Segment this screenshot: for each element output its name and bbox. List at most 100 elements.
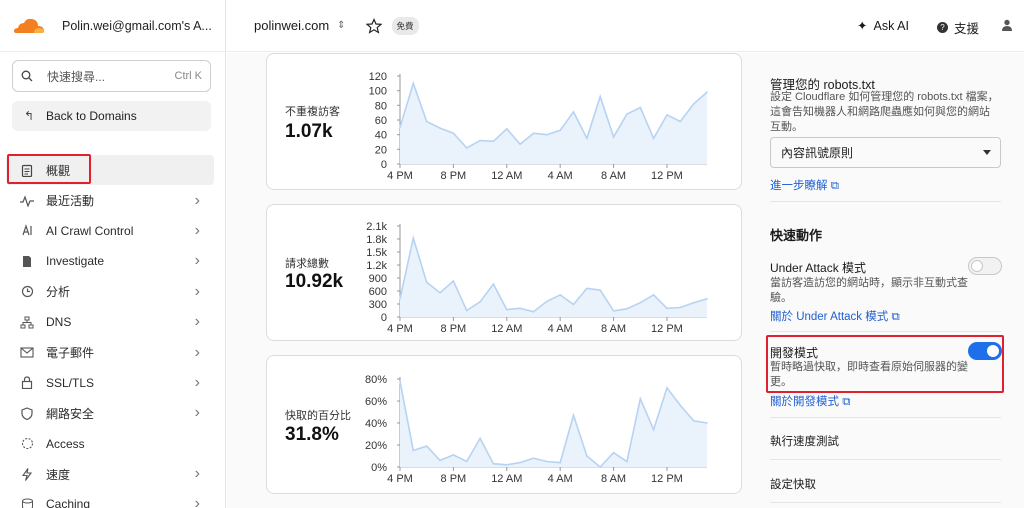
chevron-right-icon: › [194, 252, 200, 270]
x-tick-label: 4 PM [387, 170, 413, 182]
data-point [465, 147, 468, 149]
user-icon[interactable] [1001, 19, 1013, 31]
ask-ai-label: Ask AI [873, 18, 909, 33]
chevron-right-icon: › [194, 404, 200, 422]
search-shortcut: Ctrl K [174, 70, 203, 82]
cache-chart[interactable]: 0% 20% 40% 60% 80% 4 PM 8 PM 12 AM 4 AM 8 AM 12 PM [357, 356, 743, 495]
sidebar: Polin.wei@gmail.com's A... 快速搜尋... Ctrl … [0, 0, 226, 508]
sidebar-item[interactable]: SSL/TLS › [0, 368, 225, 398]
network-icon [20, 315, 34, 329]
sidebar-item[interactable]: Access [0, 429, 225, 459]
data-point [559, 294, 561, 296]
data-point [652, 137, 655, 140]
data-point [692, 301, 695, 304]
sidebar-item[interactable]: 網路安全 › [0, 398, 225, 428]
robots-description: 設定 Cloudflare 如何管理您的 robots.txt 檔案，這會告知機… [770, 91, 999, 133]
data-point [679, 120, 682, 123]
metric-card-cache: 快取的百分比 31.8% 0% 20% 40% 60% 80% 4 PM 8 PM 12 AM… [266, 355, 742, 494]
sidebar-item[interactable]: 分析 › [0, 277, 225, 307]
cloudflare-logo[interactable] [12, 16, 46, 36]
x-tick-label: 12 AM [491, 170, 522, 182]
sidebar-item[interactable]: Investigate › [0, 246, 225, 276]
sidebar-item[interactable]: DNS › [0, 307, 225, 337]
y-tick-label: 120 [369, 71, 387, 83]
data-point [599, 289, 601, 291]
data-point [679, 404, 682, 407]
data-point [559, 129, 561, 132]
data-point [479, 139, 481, 142]
sidebar-item-label: 網路安全 [46, 406, 95, 421]
x-tick-label: 4 AM [548, 323, 573, 335]
chevron-updown-icon[interactable]: ⇕ [337, 20, 345, 31]
sidebar-item[interactable]: 速度 › [0, 459, 225, 489]
sidebar-item[interactable]: AI Crawl Control › [0, 216, 225, 246]
sidebar-item[interactable]: Caching › [0, 489, 225, 508]
x-tick-label: 8 PM [441, 323, 467, 335]
data-point [399, 298, 401, 300]
data-point [532, 311, 535, 313]
data-point [492, 283, 495, 285]
robots-policy-select[interactable]: 內容訊號原則 [770, 137, 1001, 168]
under-attack-description: 當訪客造訪您的網站時，顯示非互動式查驗。 [770, 277, 968, 304]
sidebar-item-label: SSL/TLS [46, 375, 95, 390]
chevron-right-icon: › [194, 343, 200, 361]
data-point [706, 91, 708, 93]
sidebar-item[interactable]: 最近活動 › [0, 185, 225, 215]
x-tick-label: 12 PM [651, 170, 683, 182]
data-point [612, 310, 615, 312]
chevron-right-icon: › [194, 282, 200, 300]
dev-mode-link[interactable]: 關於開發模式 ⧉ [770, 393, 850, 409]
data-point [652, 428, 655, 431]
back-to-domains-button[interactable]: ↰ Back to Domains [12, 101, 211, 131]
account-name[interactable]: Polin.wei@gmail.com's A... [62, 19, 222, 33]
data-point [559, 461, 561, 464]
ask-ai-button[interactable]: ✦ Ask AI [857, 18, 909, 34]
data-point [639, 106, 642, 109]
data-point [452, 280, 455, 282]
y-tick-label: 900 [369, 273, 387, 285]
x-tick-label: 4 AM [548, 170, 573, 182]
sidebar-item[interactable]: 電子郵件 › [0, 337, 225, 367]
data-point [706, 298, 708, 300]
metric-card-requests: 請求總數 10.92k 0 300 600 900 1.2k 1.5k 1.8k 2.1k 4 … [266, 204, 742, 341]
speed-test-link[interactable]: 執行速度測試 [770, 433, 839, 449]
series-area [400, 238, 707, 317]
metric-label: 不重複訪客 [285, 106, 340, 118]
robots-link-label: 進一步瞭解 [770, 180, 828, 192]
cache-settings-link[interactable]: 設定快取 [770, 476, 816, 492]
data-point [612, 136, 615, 138]
x-tick-label: 8 PM [441, 473, 467, 485]
requests-chart[interactable]: 03006009001.2k1.5k1.8k2.1k 4 PM 8 PM 12 AM 4… [357, 205, 743, 342]
y-tick-label: 600 [369, 286, 387, 298]
chevron-right-icon: › [194, 191, 200, 209]
x-tick-label: 8 AM [601, 170, 626, 182]
data-point [412, 237, 415, 239]
document-search-icon [20, 254, 34, 268]
data-point [492, 140, 495, 143]
under-attack-toggle[interactable] [968, 257, 1002, 275]
visitors-chart[interactable]: 0 20 40 60 80 100 120 4 PM 8 PM 12 AM 4 AM 8 AM 12 P… [357, 54, 743, 191]
data-point [586, 137, 588, 140]
data-point [452, 132, 455, 134]
access-icon [20, 437, 34, 451]
data-point [425, 281, 428, 284]
y-tick-label: 60 [375, 115, 387, 127]
data-point [679, 306, 682, 309]
search-input[interactable]: 快速搜尋... Ctrl K [12, 60, 211, 92]
support-button[interactable]: ? 支援 [937, 18, 979, 37]
y-tick-label: 40% [365, 418, 387, 430]
cache-icon [20, 497, 34, 508]
star-icon[interactable] [365, 17, 382, 34]
y-tick-label: 100 [369, 86, 387, 98]
robots-learn-more-link[interactable]: 進一步瞭解 ⧉ [770, 177, 839, 193]
x-tick-label: 4 PM [387, 473, 413, 485]
under-attack-link[interactable]: 關於 Under Attack 模式 ⧉ [770, 308, 900, 324]
support-label: 支援 [954, 22, 980, 36]
metric-value: 1.07k [285, 121, 333, 142]
pulse-icon [20, 194, 34, 208]
domain-selector[interactable]: polinwei.com [254, 18, 329, 33]
data-point [639, 301, 642, 304]
metric-card-visitors: 不重複訪客 1.07k 0 20 40 60 80 100 120 4 PM 8 PM 12 AM… [266, 53, 742, 190]
data-point [519, 143, 521, 145]
data-point [479, 301, 481, 303]
